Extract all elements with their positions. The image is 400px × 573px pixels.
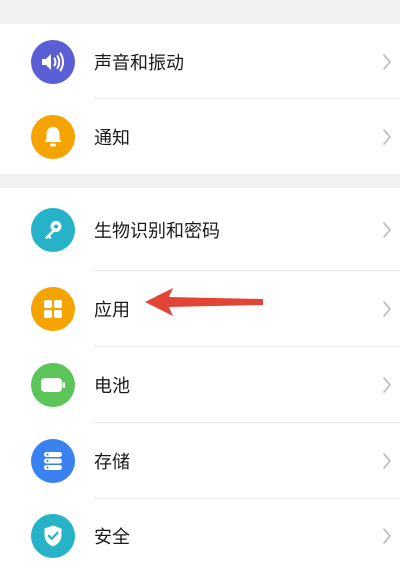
settings-item-label: 安全 (94, 527, 130, 548)
chevron-right-icon (383, 301, 391, 317)
settings-item-label: 电池 (94, 376, 130, 397)
settings-item-apps[interactable]: 应用 (0, 271, 400, 347)
section-gap-top (0, 0, 400, 24)
settings-item-label: 存储 (94, 452, 130, 473)
speaker-icon (31, 39, 75, 84)
chevron-right-icon (383, 377, 391, 393)
settings-item-label: 生物识别和密码 (94, 220, 220, 242)
settings-item-sound-vibration[interactable]: 声音和振动 (0, 24, 400, 99)
key-icon (31, 207, 75, 252)
shield-check-icon (31, 514, 75, 558)
settings-item-label: 通知 (94, 127, 130, 149)
settings-item-battery[interactable]: 电池 (0, 347, 400, 423)
storage-icon (31, 439, 75, 483)
apps-grid-icon (31, 287, 75, 331)
settings-group-2: 生物识别和密码 应用 电池 存储 安全 (0, 188, 400, 573)
settings-item-label: 声音和振动 (94, 52, 184, 74)
settings-item-notifications[interactable]: 通知 (0, 99, 400, 174)
chevron-right-icon (383, 128, 391, 145)
settings-item-storage[interactable]: 存储 (0, 423, 400, 499)
settings-group-1: 声音和振动 通知 (0, 24, 400, 174)
battery-icon (31, 363, 75, 407)
chevron-right-icon (383, 53, 391, 70)
chevron-right-icon (383, 528, 391, 544)
chevron-right-icon (383, 221, 391, 238)
settings-item-label: 应用 (94, 300, 130, 321)
settings-item-biometrics-password[interactable]: 生物识别和密码 (0, 188, 400, 271)
settings-item-security[interactable]: 安全 (0, 499, 400, 573)
section-gap (0, 174, 400, 188)
bell-icon (31, 114, 75, 159)
chevron-right-icon (383, 453, 391, 469)
